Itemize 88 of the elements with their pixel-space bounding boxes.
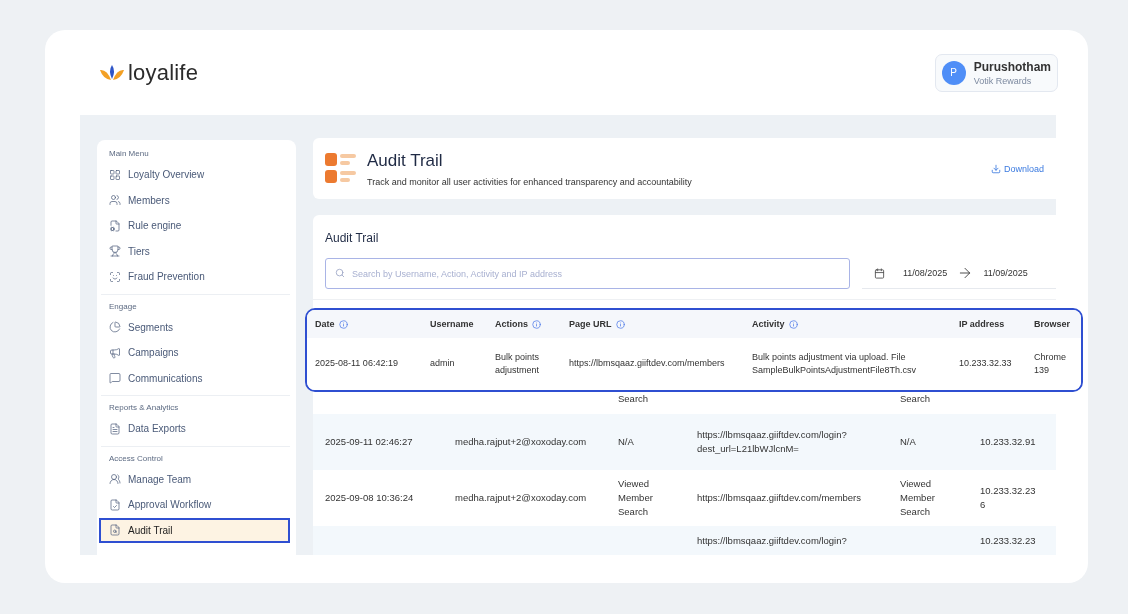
table-cell-text: Viewed Member Search xyxy=(900,476,936,520)
table-cell-text: 10.233.32.33 xyxy=(959,357,1013,371)
item-label: Rule engine xyxy=(128,220,182,232)
table-cell-text: Chrome 139 xyxy=(1034,350,1067,377)
item-label: Segments xyxy=(128,321,174,333)
user-org: Votik Rewards xyxy=(973,75,1033,86)
sidebar-item[interactable]: Loyalty Overview xyxy=(99,162,290,188)
item-label: Loyalty Overview xyxy=(128,169,205,181)
trophy-icon xyxy=(109,245,121,258)
grid-icon xyxy=(109,168,121,181)
sidebar-item[interactable]: Segments xyxy=(99,314,290,340)
users-icon xyxy=(109,194,121,207)
column-header: Date xyxy=(315,319,335,329)
file-check-icon xyxy=(109,498,121,511)
user-name: Purushotham xyxy=(973,59,1051,74)
table-cell-text: Search xyxy=(618,392,650,406)
megaphone-icon xyxy=(109,346,121,359)
sidebar-item[interactable]: Data Exports xyxy=(99,416,290,442)
sidebar-item[interactable]: Fraud Prevention xyxy=(99,264,290,290)
table-cell-text: N/A xyxy=(618,435,635,450)
file-gear-icon xyxy=(109,219,121,232)
table-cell-text: 10.233.32.23 6 xyxy=(980,484,1037,513)
column-header: Username xyxy=(430,319,474,329)
table-cell-text: https://lbmsqaaz.giiftdev.com/members xyxy=(697,491,863,506)
date-from: 11/08/2025 xyxy=(903,268,948,278)
column-header: Actions xyxy=(495,319,528,329)
table-cell-text: Search xyxy=(900,392,932,406)
section-title: Access Control xyxy=(108,452,164,465)
section-title: Reports & Analytics xyxy=(108,402,180,414)
pie-chart-icon xyxy=(109,321,121,334)
download-icon xyxy=(990,163,1001,174)
face-scan-icon xyxy=(109,270,121,283)
column-header: Activity xyxy=(752,319,785,329)
list-icon xyxy=(325,152,357,185)
team-icon xyxy=(109,473,121,486)
item-label: Communications xyxy=(128,372,203,384)
table-cell-text: Viewed Member Search xyxy=(618,476,654,520)
table-cell-text: medha.rajput+2@xoxoday.com xyxy=(455,491,588,506)
sidebar-item[interactable]: Manage Team xyxy=(99,466,290,492)
page-title: Audit Trail xyxy=(367,150,444,171)
item-label: Members xyxy=(128,194,170,206)
sidebar-item[interactable]: Communications xyxy=(99,365,290,391)
item-label: Manage Team xyxy=(128,473,192,485)
document-icon xyxy=(109,422,121,435)
section-title: Engage xyxy=(108,300,138,313)
message-icon xyxy=(109,372,121,385)
avatar: P xyxy=(941,60,966,85)
table-cell-text: 2025-09-11 02:46:27 xyxy=(325,435,414,450)
sidebar-item[interactable]: Campaigns xyxy=(99,340,290,366)
section-title: Main Menu xyxy=(108,148,150,160)
item-label: Audit Trail xyxy=(128,524,173,536)
sidebar-item[interactable]: Tiers xyxy=(99,238,290,264)
card-title: Audit Trail xyxy=(324,230,380,245)
calendar-icon xyxy=(874,267,885,279)
search-field[interactable]: Search by Username, Action, Activity and IP address xyxy=(325,258,850,289)
item-label: Fraud Prevention xyxy=(128,271,205,283)
table-cell-text: 2025-09-08 10:36:24 xyxy=(325,491,415,506)
column-header: Browser xyxy=(1034,319,1070,329)
file-search-icon xyxy=(109,524,121,537)
table-cell-text: 10.233.32.91 xyxy=(980,435,1037,450)
table-cell-text: Bulk points adjustment xyxy=(495,350,541,377)
date-range-field[interactable]: 11/08/2025 11/09/2025 xyxy=(862,258,1056,289)
sidebar-item[interactable]: Audit Trail xyxy=(99,517,290,543)
sidebar-item[interactable]: Rule engine xyxy=(99,213,290,239)
logo-icon xyxy=(100,64,124,81)
table-cell-text: Bulk points adjustment via upload. File SampleBulkPointsAdjustmentFile8Th.csv xyxy=(752,350,918,377)
table-cell-text: 10.233.32.23 xyxy=(980,534,1037,549)
user-chip[interactable]: P Purushotham Votik Rewards xyxy=(934,53,1058,92)
table-cell-text: N/A xyxy=(900,435,917,450)
column-header: Page URL xyxy=(569,319,612,329)
item-label: Data Exports xyxy=(128,423,186,435)
item-label: Approval Workflow xyxy=(128,499,212,511)
table-cell-text: https://lbmsqaaz.giiftdev.com/login? xyxy=(697,534,848,549)
table-cell-text: 2025-08-11 06:42:19 xyxy=(315,357,399,371)
column-header: IP address xyxy=(959,319,1005,329)
table-cell-text: admin xyxy=(430,357,456,371)
download-link[interactable]: Download xyxy=(990,163,1044,174)
sidebar-item[interactable]: Members xyxy=(99,187,290,213)
table-cell-text: https://lbmsqaaz.giiftdev.com/login? dest_url=L21lbWJlcnM= xyxy=(697,428,848,457)
item-label: Tiers xyxy=(128,245,150,257)
search-icon xyxy=(335,268,345,278)
date-to: 11/09/2025 xyxy=(983,268,1028,278)
brand-name: loyalife xyxy=(128,59,199,86)
table-cell-text: https://lbmsqaaz.giiftdev.com/members xyxy=(569,357,726,371)
sidebar-item[interactable]: Approval Workflow xyxy=(99,492,290,518)
table-cell-text: medha.rajput+2@xoxoday.com xyxy=(455,435,588,450)
page-subtitle: Track and monitor all user activities for enhanced transparency and accountability xyxy=(367,176,692,187)
item-label: Campaigns xyxy=(128,347,179,359)
